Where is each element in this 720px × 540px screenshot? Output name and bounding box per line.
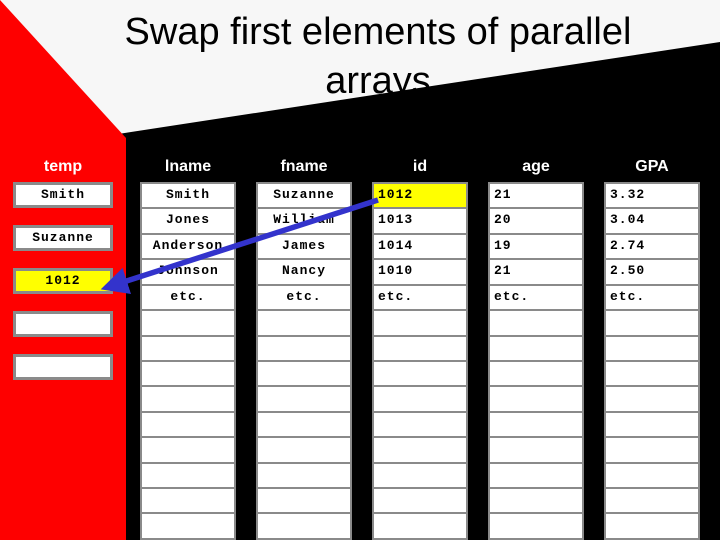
array-cell[interactable]: 19 (488, 232, 584, 259)
array-cell[interactable] (256, 512, 352, 540)
array-cell[interactable]: 3.32 (604, 182, 700, 208)
array-cell[interactable] (488, 334, 584, 360)
column-header-age: age (522, 158, 550, 175)
array-cell[interactable] (604, 436, 700, 462)
array-column-GPA: GPA 3.32 3.04 2.74 2.50 etc. (604, 152, 700, 540)
array-cell[interactable]: 1013 (372, 207, 468, 233)
parallel-arrays-table: lname Smith Jones Anderson Johnson etc. fname S… (140, 152, 716, 540)
column-header-id: id (412, 158, 428, 175)
slide-title: Swap first elements of parallel arrays (124, 11, 632, 102)
array-cell[interactable] (372, 334, 468, 360)
array-cell[interactable] (372, 436, 468, 462)
array-cell[interactable] (372, 487, 468, 513)
array-cell[interactable]: etc. (488, 283, 584, 310)
array-cell[interactable] (140, 436, 236, 462)
array-cell[interactable]: Smith (140, 182, 236, 208)
temp-box-list: Smith Suzanne 1012 (13, 182, 113, 380)
array-cell[interactable] (140, 334, 236, 360)
array-cell[interactable] (488, 410, 584, 437)
array-cell[interactable] (256, 487, 352, 513)
array-cell[interactable] (372, 461, 468, 488)
array-cell[interactable] (140, 512, 236, 540)
array-cell[interactable]: 2.50 (604, 258, 700, 284)
array-cell[interactable] (488, 359, 584, 386)
array-cell[interactable]: 21 (488, 258, 584, 284)
array-cell[interactable] (604, 410, 700, 437)
array-cell[interactable] (140, 309, 236, 335)
array-cell[interactable]: Johnson (140, 258, 236, 284)
array-cell[interactable] (488, 461, 584, 488)
array-cell[interactable] (488, 512, 584, 540)
array-cell[interactable]: Nancy (256, 258, 352, 284)
array-cell[interactable] (488, 309, 584, 335)
array-cell[interactable]: Jones (140, 207, 236, 233)
array-column-id: id 1012 1013 1014 1010 etc. (372, 152, 468, 540)
array-cell[interactable] (488, 385, 584, 411)
array-cell[interactable] (372, 309, 468, 335)
temp-column-label: temp (43, 158, 83, 175)
array-cell[interactable] (140, 359, 236, 386)
column-header-GPA: GPA (635, 158, 669, 175)
array-cell-list: Suzanne William James Nancy etc. (256, 182, 352, 540)
array-column-lname: lname Smith Jones Anderson Johnson etc. (140, 152, 236, 540)
array-cell[interactable] (488, 436, 584, 462)
array-cell[interactable] (140, 461, 236, 488)
array-cell[interactable]: 1010 (372, 258, 468, 284)
array-cell[interactable]: 1012 (372, 182, 468, 208)
array-cell[interactable] (604, 334, 700, 360)
array-cell[interactable]: James (256, 232, 352, 259)
slide-canvas: Swap first elements of parallel arrays t… (0, 0, 720, 540)
array-cell[interactable]: William (256, 207, 352, 233)
temp-box[interactable]: Suzanne (13, 225, 113, 251)
array-cell[interactable] (372, 410, 468, 437)
array-cell-list: 21 20 19 21 etc. (488, 182, 584, 540)
array-cell[interactable] (140, 487, 236, 513)
array-cell[interactable] (604, 385, 700, 411)
array-cell-list: Smith Jones Anderson Johnson etc. (140, 182, 236, 540)
array-column-age: age 21 20 19 21 etc. (488, 152, 584, 540)
array-cell[interactable]: etc. (372, 283, 468, 310)
column-header-fname: fname (280, 158, 328, 175)
array-cell[interactable] (256, 385, 352, 411)
temp-variable-column: temp Smith Suzanne 1012 (13, 152, 113, 397)
array-cell[interactable]: 20 (488, 207, 584, 233)
array-cell[interactable] (604, 309, 700, 335)
temp-box[interactable] (13, 311, 113, 337)
array-cell-list: 1012 1013 1014 1010 etc. (372, 182, 468, 540)
array-cell[interactable] (256, 461, 352, 488)
array-cell[interactable]: Suzanne (256, 182, 352, 208)
array-column-fname: fname Suzanne William James Nancy etc. (256, 152, 352, 540)
array-cell[interactable]: 21 (488, 182, 584, 208)
array-cell[interactable] (140, 410, 236, 437)
array-cell[interactable]: 1014 (372, 232, 468, 259)
array-cell[interactable] (604, 487, 700, 513)
temp-box[interactable]: Smith (13, 182, 113, 208)
array-cell[interactable] (256, 436, 352, 462)
array-cell[interactable]: etc. (256, 283, 352, 310)
array-cell[interactable]: etc. (604, 283, 700, 310)
array-cell[interactable]: Anderson (140, 232, 236, 259)
array-cell[interactable] (372, 385, 468, 411)
array-cell[interactable] (256, 410, 352, 437)
array-cell[interactable] (256, 309, 352, 335)
array-cell[interactable]: 3.04 (604, 207, 700, 233)
temp-box[interactable]: 1012 (13, 268, 113, 294)
array-cell[interactable] (604, 359, 700, 386)
column-header-lname: lname (164, 158, 212, 175)
array-cell[interactable]: etc. (140, 283, 236, 310)
array-cell[interactable] (604, 512, 700, 540)
array-cell[interactable] (372, 359, 468, 386)
array-cell[interactable] (256, 334, 352, 360)
temp-box[interactable] (13, 354, 113, 380)
array-cell[interactable] (488, 487, 584, 513)
array-cell[interactable] (140, 385, 236, 411)
array-cell[interactable] (604, 461, 700, 488)
array-cell[interactable] (256, 359, 352, 386)
array-cell[interactable] (372, 512, 468, 540)
array-cell[interactable]: 2.74 (604, 232, 700, 259)
array-cell-list: 3.32 3.04 2.74 2.50 etc. (604, 182, 700, 540)
